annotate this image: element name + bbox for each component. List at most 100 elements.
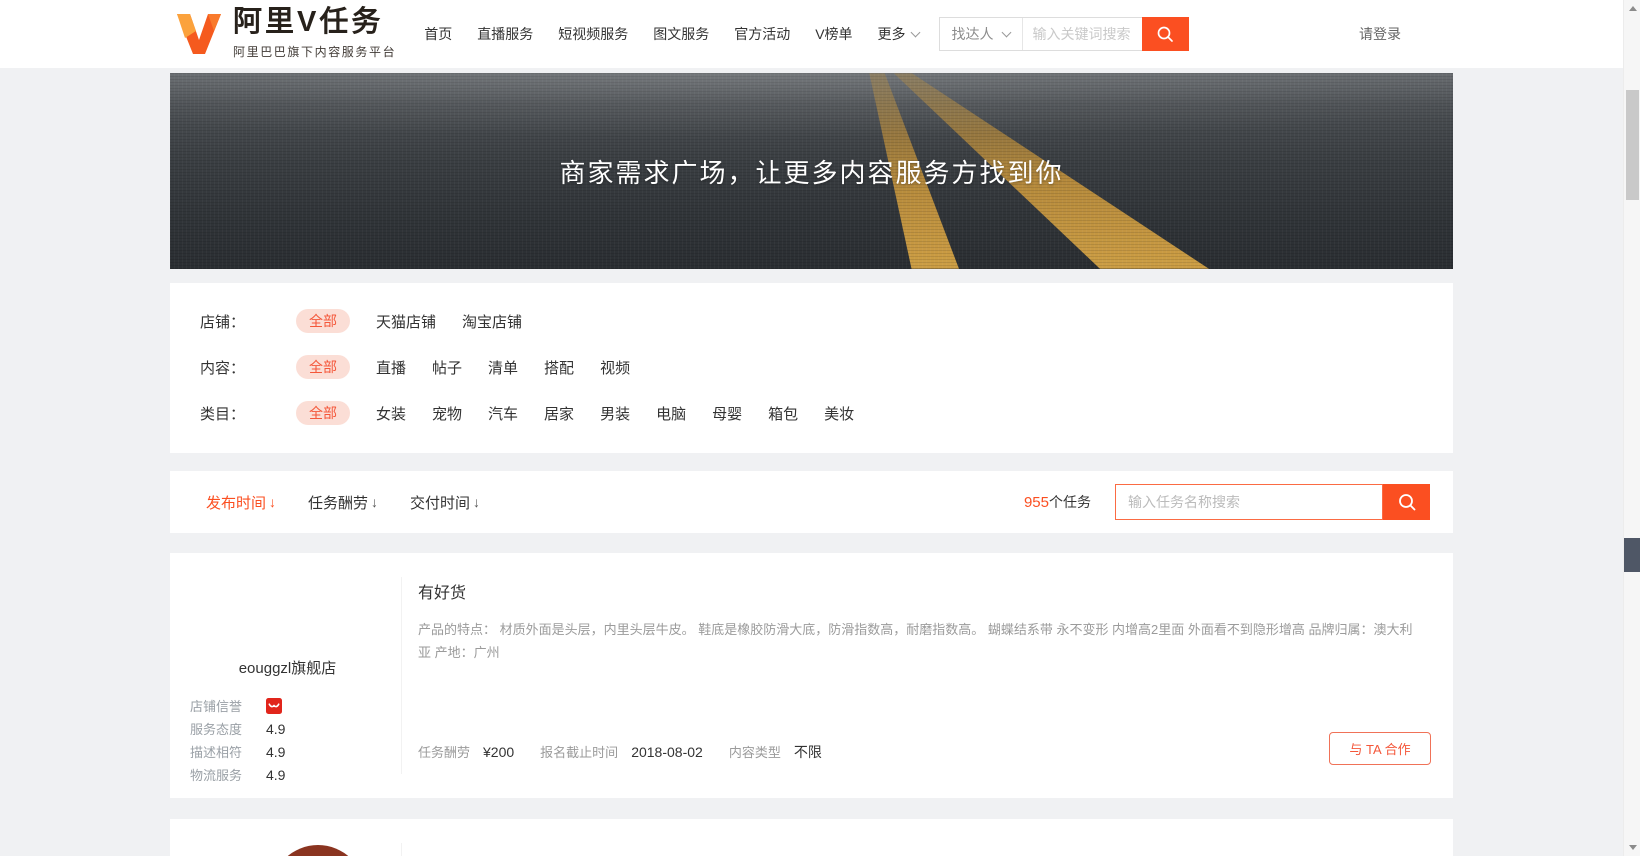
- filter-option-beauty[interactable]: 美妆: [824, 403, 854, 424]
- hero-headline: 商家需求广场，让更多内容服务方找到你: [170, 153, 1453, 190]
- nav-item-article-service[interactable]: 图文服务: [653, 24, 709, 44]
- rating-row: 物流服务 4.9: [190, 763, 401, 786]
- rating-label: 物流服务: [190, 765, 252, 784]
- meta-content-type: 内容类型 不限: [729, 742, 822, 762]
- nav-item-more[interactable]: 更多: [878, 24, 919, 44]
- filter-option-list[interactable]: 清单: [488, 357, 518, 378]
- task-description: 产品的特点： 材质外面是头层，内里头层牛皮。 鞋底是橡胶防滑大底，防滑指数高，耐…: [418, 618, 1429, 664]
- store-panel: 绅道 衣品: [170, 843, 402, 856]
- search-category-label: 找达人: [952, 24, 994, 44]
- rating-label: 服务态度: [190, 719, 252, 738]
- task-card: 绅道 衣品 必买清单 和 生活研究所 绅道衣品 2013年入驻天猫 专注男士西裤…: [170, 819, 1453, 856]
- store-panel: eouggzl旗舰店 店铺信誉 服务态度: [170, 577, 402, 774]
- task-meta: 任务酬劳 ¥200 报名截止时间 2018-08-02 内容类型 不限: [418, 742, 848, 762]
- scrollbar-up-button[interactable]: [1624, 0, 1640, 17]
- triangle-down-icon: [1629, 845, 1637, 850]
- meta-deadline: 报名截止时间 2018-08-02: [540, 742, 703, 761]
- task-card: eouggzl旗舰店 店铺信誉 服务态度: [170, 553, 1453, 798]
- filter-option-all[interactable]: 全部: [296, 309, 350, 333]
- arrow-down-icon: ↓: [371, 494, 378, 510]
- sort-label: 交付时间: [410, 492, 470, 513]
- store-ratings: 店铺信誉 服务态度 4.9: [190, 694, 401, 786]
- brand-subtitle: 阿里巴巴旗下内容服务平台: [233, 43, 396, 60]
- search-icon: [1397, 492, 1417, 512]
- task-search-input[interactable]: [1115, 484, 1383, 520]
- nav-item-home[interactable]: 首页: [424, 24, 452, 44]
- floating-widget[interactable]: [1624, 538, 1640, 572]
- main-nav: 首页 直播服务 短视频服务 图文服务 官方活动 V榜单 更多: [424, 24, 918, 44]
- filter-option-all[interactable]: 全部: [296, 401, 350, 425]
- task-count-suffix: 个任务: [1049, 494, 1091, 510]
- filter-panel: 店铺： 全部 天猫店铺 淘宝店铺 内容： 全部 直播 帖子 清单 搭配: [170, 283, 1453, 453]
- login-link[interactable]: 请登录: [1359, 24, 1401, 44]
- filter-row-category: 类目： 全部 女装 宠物 汽车 居家 男装 电脑 母婴 箱包 美妆: [200, 401, 1423, 425]
- filter-label: 类目：: [200, 403, 264, 424]
- filter-row-content: 内容： 全部 直播 帖子 清单 搭配 视频: [200, 355, 1423, 379]
- task-title[interactable]: 有好货: [418, 579, 1429, 603]
- scrollbar-down-button[interactable]: [1624, 839, 1640, 856]
- scrollbar[interactable]: [1623, 0, 1640, 856]
- filter-option-pets[interactable]: 宠物: [432, 403, 462, 424]
- rating-value: 4.9: [266, 744, 285, 760]
- task-count: 955个任务: [1024, 492, 1091, 512]
- filter-label: 店铺：: [200, 311, 264, 332]
- task-search-button[interactable]: [1383, 484, 1430, 520]
- store-reputation-row: 店铺信誉: [190, 694, 401, 717]
- filter-option-tmall-shop[interactable]: 天猫店铺: [376, 311, 436, 332]
- filter-option-cars[interactable]: 汽车: [488, 403, 518, 424]
- filter-row-shop: 店铺： 全部 天猫店铺 淘宝店铺: [200, 309, 1423, 333]
- nav-item-official-activity[interactable]: 官方活动: [734, 24, 790, 44]
- brand-v-icon: [176, 13, 222, 55]
- reputation-label: 店铺信誉: [190, 696, 252, 715]
- arrow-down-icon: ↓: [269, 494, 276, 510]
- sort-task-reward[interactable]: 任务酬劳 ↓: [308, 492, 378, 513]
- task-count-number: 955: [1024, 494, 1049, 511]
- filter-option-mother-baby[interactable]: 母婴: [712, 403, 742, 424]
- sort-bar: 发布时间 ↓ 任务酬劳 ↓ 交付时间 ↓ 955个任务: [170, 471, 1453, 533]
- sort-label: 任务酬劳: [308, 492, 368, 513]
- cooperate-button[interactable]: 与 TA 合作: [1329, 732, 1431, 765]
- sort-label: 发布时间: [206, 492, 266, 513]
- nav-item-short-video-service[interactable]: 短视频服务: [558, 24, 628, 44]
- store-name[interactable]: eouggzl旗舰店: [190, 657, 401, 678]
- header-search: 找达人: [939, 17, 1189, 51]
- brand-title: 阿里V任务: [233, 8, 396, 37]
- header-search-input[interactable]: [1023, 18, 1142, 50]
- hero-banner: 商家需求广场，让更多内容服务方找到你: [170, 73, 1453, 269]
- filter-option-home[interactable]: 居家: [544, 403, 574, 424]
- header-search-button[interactable]: [1142, 17, 1189, 51]
- filter-option-computer[interactable]: 电脑: [656, 403, 686, 424]
- sort-delivery-time[interactable]: 交付时间 ↓: [410, 492, 480, 513]
- chevron-down-icon: [1001, 27, 1011, 37]
- page-viewport: 阿里V任务 阿里巴巴旗下内容服务平台 首页 直播服务 短视频服务 图文服务 官方…: [0, 0, 1640, 856]
- top-navbar: 阿里V任务 阿里巴巴旗下内容服务平台 首页 直播服务 短视频服务 图文服务 官方…: [0, 0, 1623, 68]
- filter-option-live[interactable]: 直播: [376, 357, 406, 378]
- task-search: [1115, 484, 1430, 520]
- search-category-select[interactable]: 找达人: [940, 18, 1023, 50]
- meta-reward: 任务酬劳 ¥200: [418, 742, 514, 761]
- search-icon: [1156, 25, 1174, 43]
- nav-item-v-ranking[interactable]: V榜单: [815, 24, 852, 44]
- filter-option-post[interactable]: 帖子: [432, 357, 462, 378]
- filter-option-video[interactable]: 视频: [600, 357, 630, 378]
- rating-value: 4.9: [266, 767, 285, 783]
- store-avatar: 绅道 衣品: [271, 845, 365, 856]
- rating-row: 描述相符 4.9: [190, 740, 401, 763]
- rating-value: 4.9: [266, 721, 285, 737]
- filter-option-taobao-shop[interactable]: 淘宝店铺: [462, 311, 522, 332]
- filter-option-bags[interactable]: 箱包: [768, 403, 798, 424]
- scrollbar-thumb[interactable]: [1626, 90, 1639, 200]
- filter-option-mens-wear[interactable]: 男装: [600, 403, 630, 424]
- filter-option-womens-wear[interactable]: 女装: [376, 403, 406, 424]
- rating-row: 服务态度 4.9: [190, 717, 401, 740]
- brand-logo[interactable]: 阿里V任务 阿里巴巴旗下内容服务平台: [176, 8, 396, 60]
- arrow-down-icon: ↓: [473, 494, 480, 510]
- nav-more-label: 更多: [878, 24, 906, 44]
- filter-label: 内容：: [200, 357, 264, 378]
- sort-publish-time[interactable]: 发布时间 ↓: [206, 492, 276, 513]
- triangle-up-icon: [1629, 6, 1637, 11]
- nav-item-live-service[interactable]: 直播服务: [477, 24, 533, 44]
- filter-option-all[interactable]: 全部: [296, 355, 350, 379]
- filter-option-outfit[interactable]: 搭配: [544, 357, 574, 378]
- tmall-badge-icon: [266, 698, 282, 714]
